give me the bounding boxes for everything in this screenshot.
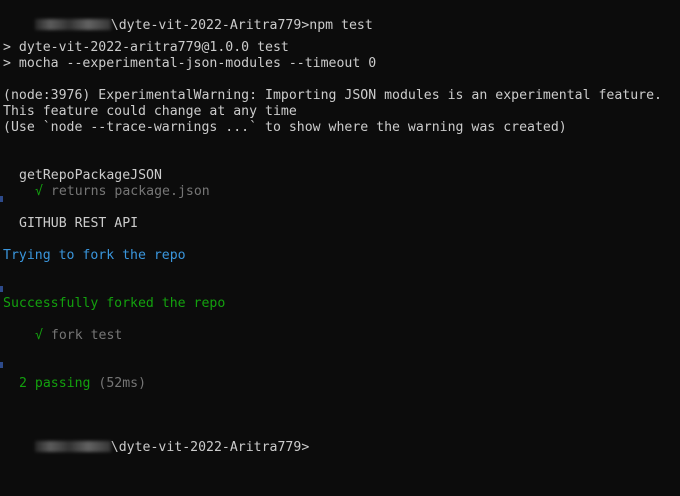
log-line-success: Successfully forked the repo	[3, 296, 226, 311]
scrollbar[interactable]	[674, 0, 680, 456]
passing-count: 2 passing	[19, 376, 91, 391]
test-name: returns package.json	[50, 184, 210, 199]
log-line-trying: Trying to fork the repo	[3, 248, 186, 263]
check-icon: √	[35, 328, 43, 343]
suite-title: getRepoPackageJSON	[19, 168, 162, 183]
prompt-line: \dyte-vit-2022-Aritra779>npm test	[3, 2, 373, 33]
warning-line: (node:3976) ExperimentalWarning: Importi…	[3, 88, 662, 103]
edge-artifact	[0, 286, 3, 292]
prompt-path: \dyte-vit-2022-Aritra779>	[110, 18, 310, 33]
edge-artifact	[0, 196, 3, 202]
suite-title: GITHUB REST API	[19, 216, 139, 231]
test-name: fork test	[50, 328, 123, 343]
prompt-path: \dyte-vit-2022-Aritra779>	[110, 440, 310, 455]
npm-header-line: > mocha --experimental-json-modules --ti…	[3, 56, 377, 71]
edge-artifact	[0, 362, 3, 368]
duration: (52ms)	[98, 376, 147, 391]
redacted-path	[34, 19, 111, 30]
check-icon: √	[35, 184, 43, 199]
prompt-command: npm test	[309, 18, 373, 33]
warning-line: (Use `node --trace-warnings ...` to show…	[3, 120, 567, 135]
redacted-path	[34, 441, 111, 452]
terminal-window[interactable]: \dyte-vit-2022-Aritra779>npm test > dyte…	[0, 0, 680, 456]
test-result: √ fork test	[35, 328, 122, 344]
npm-header-line: > dyte-vit-2022-aritra779@1.0.0 test	[3, 40, 289, 55]
warning-line: This feature could change at any time	[3, 104, 297, 119]
summary-line: 2 passing (52ms)	[19, 376, 146, 392]
prompt-line: \dyte-vit-2022-Aritra779>	[3, 424, 309, 455]
test-result: √ returns package.json	[35, 184, 210, 200]
